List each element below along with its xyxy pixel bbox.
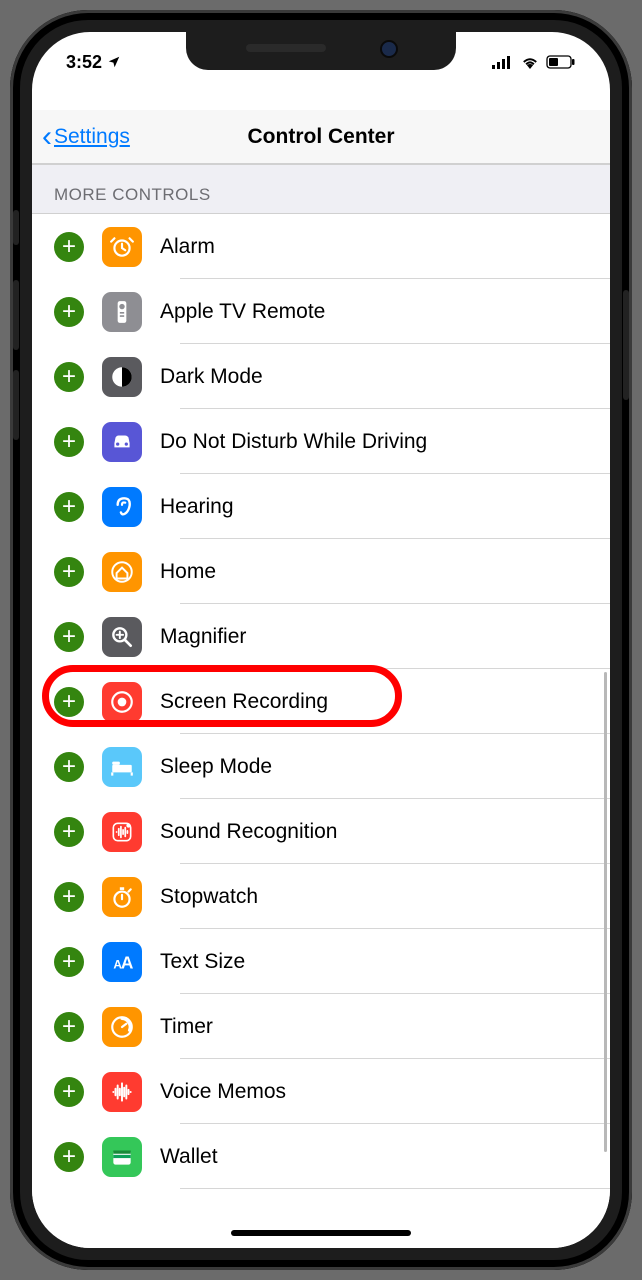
section-header: MORE CONTROLS — [32, 164, 610, 214]
add-button[interactable]: + — [54, 297, 84, 327]
sound-icon — [102, 812, 142, 852]
svg-text:A: A — [121, 952, 134, 972]
wifi-icon — [520, 55, 540, 69]
nav-bar: ‹ Settings Control Center — [32, 110, 610, 164]
battery-icon — [546, 55, 576, 69]
control-row-alarm[interactable]: + Alarm — [32, 214, 610, 279]
plus-icon: + — [62, 755, 76, 779]
timer-icon — [102, 1007, 142, 1047]
add-button[interactable]: + — [54, 1012, 84, 1042]
add-button[interactable]: + — [54, 427, 84, 457]
cellular-signal-icon — [492, 55, 514, 69]
status-bar: 3:52 — [32, 47, 610, 77]
control-label: Wallet — [160, 1145, 218, 1169]
darkmode-icon — [102, 357, 142, 397]
plus-icon: + — [62, 885, 76, 909]
remote-icon — [102, 292, 142, 332]
plus-icon: + — [62, 495, 76, 519]
control-label: Sound Recognition — [160, 820, 337, 844]
control-row-home[interactable]: + Home — [32, 539, 610, 604]
control-label: Home — [160, 560, 216, 584]
add-button[interactable]: + — [54, 1077, 84, 1107]
plus-icon: + — [62, 300, 76, 324]
add-button[interactable]: + — [54, 882, 84, 912]
plus-icon: + — [62, 430, 76, 454]
controls-list[interactable]: + Alarm + Apple TV Remote + Dark Mode + Do Not … — [32, 214, 610, 1248]
volume-down-button — [13, 370, 19, 440]
chevron-left-icon: ‹ — [42, 122, 52, 152]
plus-icon: + — [62, 820, 76, 844]
add-button[interactable]: + — [54, 622, 84, 652]
control-label: Timer — [160, 1015, 213, 1039]
control-label: Magnifier — [160, 625, 246, 649]
control-label: Voice Memos — [160, 1080, 286, 1104]
control-row-sound[interactable]: + Sound Recognition — [32, 799, 610, 864]
ear-icon — [102, 487, 142, 527]
plus-icon: + — [62, 1145, 76, 1169]
control-row-darkmode[interactable]: + Dark Mode — [32, 344, 610, 409]
control-label: Screen Recording — [160, 690, 328, 714]
voice-icon — [102, 1072, 142, 1112]
control-row-stopwatch[interactable]: + Stopwatch — [32, 864, 610, 929]
control-label: Apple TV Remote — [160, 300, 325, 324]
magnifier-icon — [102, 617, 142, 657]
plus-icon: + — [62, 690, 76, 714]
plus-icon: + — [62, 1015, 76, 1039]
plus-icon: + — [62, 560, 76, 584]
car-icon — [102, 422, 142, 462]
control-label: Sleep Mode — [160, 755, 272, 779]
textsize-icon: AA — [102, 942, 142, 982]
wallet-icon — [102, 1137, 142, 1177]
control-row-remote[interactable]: + Apple TV Remote — [32, 279, 610, 344]
screen: 3:52 — [32, 32, 610, 1248]
add-button[interactable]: + — [54, 687, 84, 717]
add-button[interactable]: + — [54, 947, 84, 977]
plus-icon: + — [62, 365, 76, 389]
home-indicator[interactable] — [231, 1230, 411, 1236]
control-row-record[interactable]: + Screen Recording — [32, 669, 610, 734]
record-icon — [102, 682, 142, 722]
control-label: Alarm — [160, 235, 215, 259]
back-label: Settings — [54, 125, 130, 149]
control-row-textsize[interactable]: + AA Text Size — [32, 929, 610, 994]
add-button[interactable]: + — [54, 232, 84, 262]
plus-icon: + — [62, 950, 76, 974]
control-row-car[interactable]: + Do Not Disturb While Driving — [32, 409, 610, 474]
plus-icon: + — [62, 1080, 76, 1104]
control-row-timer[interactable]: + Timer — [32, 994, 610, 1059]
add-button[interactable]: + — [54, 362, 84, 392]
control-row-wallet[interactable]: + Wallet — [32, 1124, 610, 1189]
control-label: Dark Mode — [160, 365, 263, 389]
plus-icon: + — [62, 625, 76, 649]
volume-up-button — [13, 280, 19, 350]
bed-icon — [102, 747, 142, 787]
add-button[interactable]: + — [54, 492, 84, 522]
home-icon — [102, 552, 142, 592]
control-label: Do Not Disturb While Driving — [160, 430, 427, 454]
add-button[interactable]: + — [54, 817, 84, 847]
plus-icon: + — [62, 235, 76, 259]
back-button[interactable]: ‹ Settings — [42, 122, 130, 152]
control-label: Text Size — [160, 950, 245, 974]
power-button — [623, 290, 629, 400]
alarm-icon — [102, 227, 142, 267]
control-row-voice[interactable]: + Voice Memos — [32, 1059, 610, 1124]
control-row-bed[interactable]: + Sleep Mode — [32, 734, 610, 799]
stopwatch-icon — [102, 877, 142, 917]
location-icon — [107, 55, 121, 69]
scroll-indicator[interactable] — [604, 672, 607, 1152]
phone-frame: 3:52 — [10, 10, 632, 1270]
add-button[interactable]: + — [54, 1142, 84, 1172]
control-label: Stopwatch — [160, 885, 258, 909]
control-row-magnifier[interactable]: + Magnifier — [32, 604, 610, 669]
add-button[interactable]: + — [54, 752, 84, 782]
mute-switch — [13, 210, 19, 245]
add-button[interactable]: + — [54, 557, 84, 587]
control-label: Hearing — [160, 495, 234, 519]
control-row-ear[interactable]: + Hearing — [32, 474, 610, 539]
status-time: 3:52 — [66, 52, 102, 73]
